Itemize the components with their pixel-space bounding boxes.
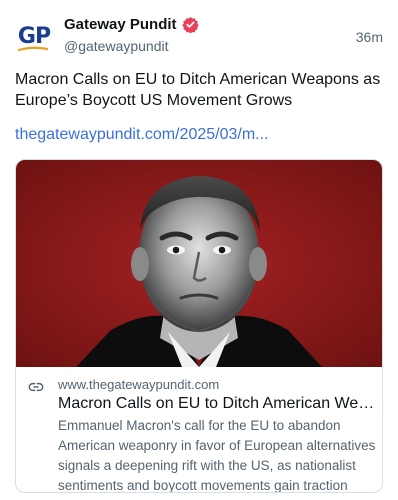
avatar-logo-text: GP	[17, 23, 51, 49]
card-description: Emmanuel Macron's call for the EU to aba…	[58, 418, 376, 493]
author-name-row: Gateway Pundit	[64, 16, 199, 33]
display-name[interactable]: Gateway Pundit	[64, 16, 177, 33]
link-icon	[28, 382, 44, 392]
author-handle[interactable]: @gatewaypundit	[64, 38, 169, 54]
card-body[interactable]: www.thegatewaypundit.com Macron Calls on…	[16, 367, 382, 493]
post-text: Macron Calls on EU to Ditch American Wea…	[15, 71, 381, 109]
post-link[interactable]: thegatewaypundit.com/2025/03/m...	[15, 126, 269, 144]
card-title[interactable]: Macron Calls on EU to Ditch American Wea…	[58, 393, 376, 414]
card-image[interactable]	[16, 160, 382, 367]
swoosh-icon	[18, 46, 48, 52]
post-timestamp[interactable]: 36m	[356, 29, 383, 45]
verified-badge-icon	[181, 17, 199, 33]
link-preview-card[interactable]: www.thegatewaypundit.com Macron Calls on…	[15, 159, 383, 493]
card-domain: www.thegatewaypundit.com	[58, 377, 220, 392]
avatar[interactable]: GP	[14, 16, 54, 56]
post[interactable]: GP Gateway Pundit @gatewaypundit 36m Mac…	[0, 0, 398, 500]
